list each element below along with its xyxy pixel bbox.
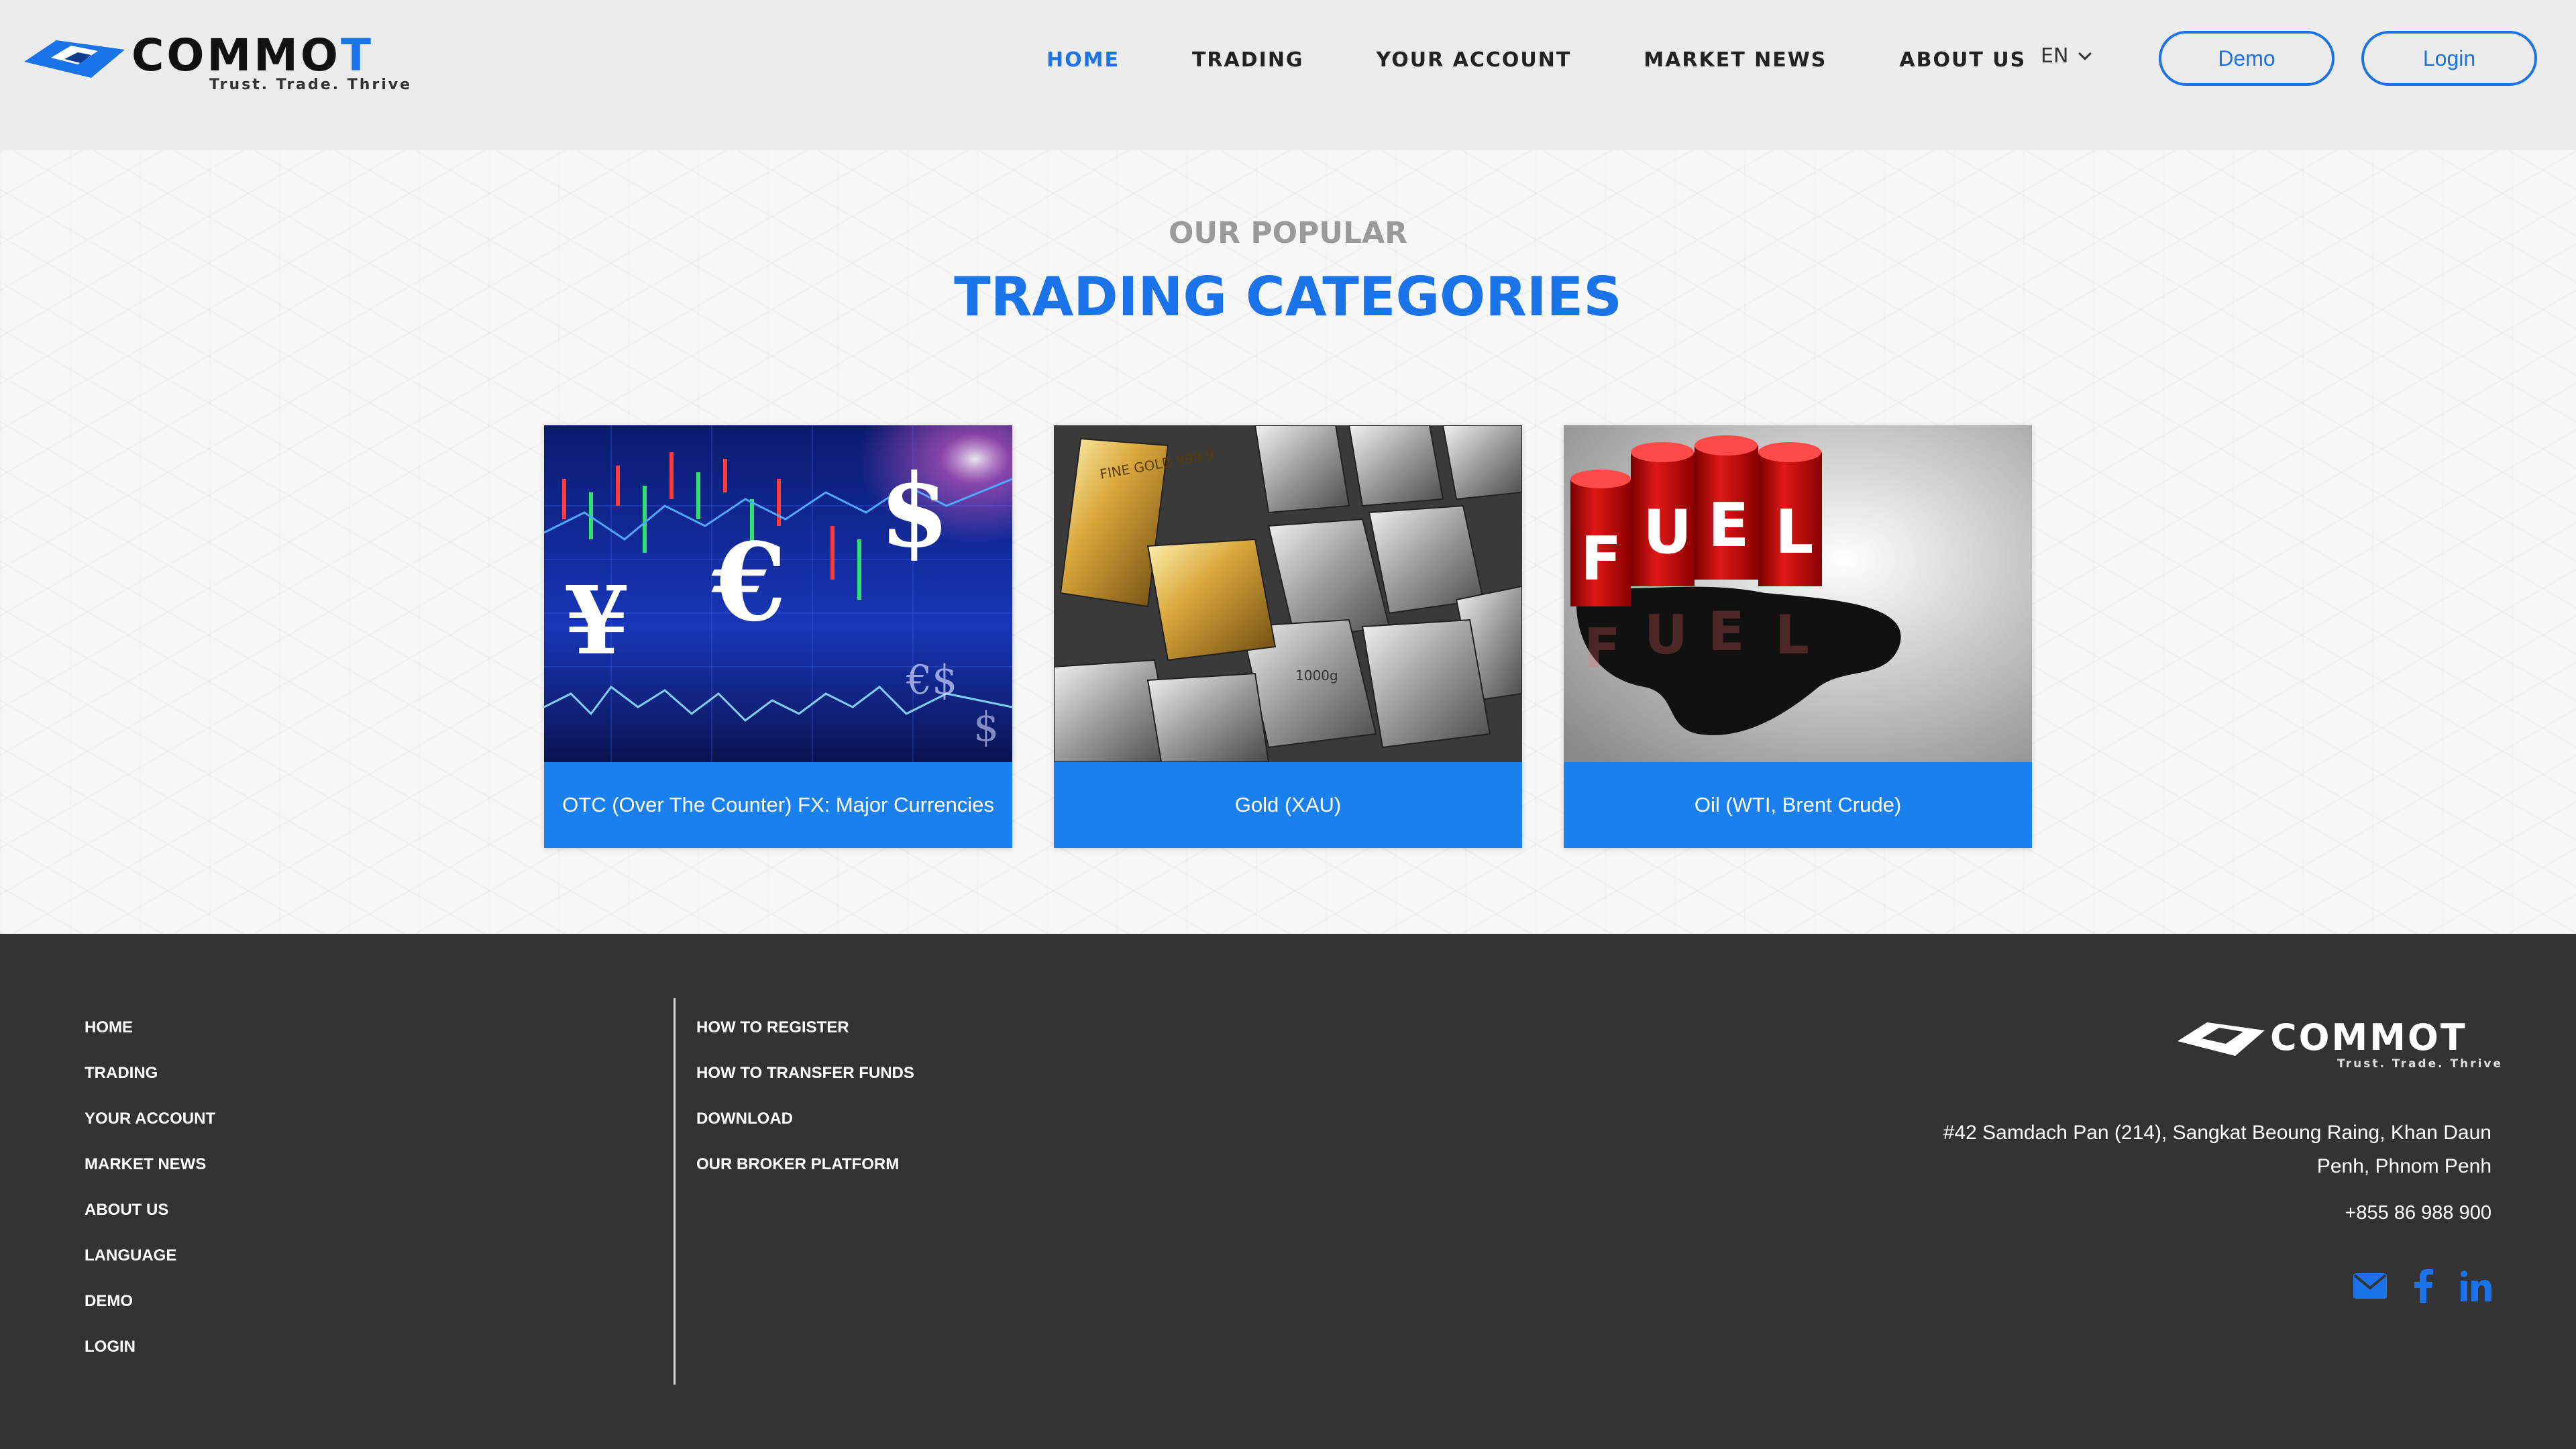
site-header: COMMOT Trust. Trade. Thrive HOME TRADING… bbox=[0, 0, 2576, 150]
footer-social-links bbox=[2353, 1269, 2491, 1306]
gold-silver-bars-image: FINE GOLD 999.9 1000g bbox=[1054, 425, 1522, 762]
nav-about-us[interactable]: ABOUT US bbox=[1899, 48, 2026, 72]
footer-link-trading[interactable]: TRADING bbox=[85, 1065, 215, 1111]
svg-text:1000g: 1000g bbox=[1295, 667, 1338, 684]
footer-link-how-to-register[interactable]: HOW TO REGISTER bbox=[696, 1020, 914, 1065]
language-label: EN bbox=[2041, 44, 2069, 68]
logo-mark-icon bbox=[24, 40, 125, 78]
footer-divider bbox=[674, 998, 676, 1385]
login-button[interactable]: Login bbox=[2361, 31, 2537, 86]
svg-text:$: $ bbox=[879, 452, 949, 570]
footer-link-about-us[interactable]: ABOUT US bbox=[85, 1202, 215, 1248]
category-card-fx[interactable]: ¥ € $ €$ $ OTC (Over The Counter) FX: Ma… bbox=[544, 425, 1012, 848]
site-logo[interactable]: COMMOT Trust. Trade. Thrive bbox=[24, 30, 410, 98]
chevron-down-icon bbox=[2078, 46, 2092, 60]
svg-text:F: F bbox=[1580, 524, 1621, 594]
category-card-label: Gold (XAU) bbox=[1054, 762, 1522, 848]
footer-link-download[interactable]: DOWNLOAD bbox=[696, 1111, 914, 1157]
footer-link-language[interactable]: LANGUAGE bbox=[85, 1248, 215, 1293]
main-nav: HOME TRADING YOUR ACCOUNT MARKET NEWS AB… bbox=[1046, 0, 2098, 119]
address-line: #42 Samdach Pan (214), Sangkat Beoung Ra… bbox=[1943, 1122, 2491, 1144]
section-title: TRADING CATEGORIES bbox=[954, 266, 1622, 328]
svg-text:U: U bbox=[1643, 497, 1692, 568]
nav-trading[interactable]: TRADING bbox=[1192, 48, 1304, 72]
category-card-oil[interactable]: FUEL FUEL Oil (WTI, Brent Crude) bbox=[1564, 425, 2032, 848]
footer-nav-help: HOW TO REGISTER HOW TO TRANSFER FUNDS DO… bbox=[696, 1020, 914, 1202]
language-selector[interactable]: EN bbox=[2041, 44, 2092, 68]
svg-text:L: L bbox=[1775, 604, 1809, 666]
svg-text:U: U bbox=[1644, 604, 1688, 666]
address-line: Penh, Phnom Penh bbox=[2316, 1155, 2491, 1177]
site-footer: HOME TRADING YOUR ACCOUNT MARKET NEWS AB… bbox=[0, 934, 2576, 1449]
svg-text:F: F bbox=[1584, 617, 1621, 680]
svg-text:¥: ¥ bbox=[564, 566, 629, 676]
footer-link-broker-platform[interactable]: OUR BROKER PLATFORM bbox=[696, 1157, 914, 1202]
fuel-barrels-image: FUEL FUEL bbox=[1564, 425, 2032, 762]
footer-nav-primary: HOME TRADING YOUR ACCOUNT MARKET NEWS AB… bbox=[85, 1020, 215, 1385]
footer-link-your-account[interactable]: YOUR ACCOUNT bbox=[85, 1111, 215, 1157]
footer-address: #42 Samdach Pan (214), Sangkat Beoung Ra… bbox=[1888, 1116, 2491, 1183]
logo-tagline: Trust. Trade. Thrive bbox=[209, 76, 413, 93]
footer-logo-wordmark: COMMOT bbox=[2270, 1016, 2467, 1059]
footer-link-demo[interactable]: DEMO bbox=[85, 1293, 215, 1339]
footer-link-login[interactable]: LOGIN bbox=[85, 1339, 215, 1385]
svg-text:$: $ bbox=[973, 704, 999, 751]
svg-text:L: L bbox=[1775, 497, 1813, 568]
svg-text:€: € bbox=[711, 519, 786, 645]
demo-button[interactable]: Demo bbox=[2159, 31, 2334, 86]
footer-logo[interactable]: COMMOT Trust. Trade. Thrive bbox=[2178, 1016, 2501, 1071]
nav-home[interactable]: HOME bbox=[1046, 48, 1120, 72]
footer-logo-tagline: Trust. Trade. Thrive bbox=[2337, 1057, 2504, 1071]
facebook-icon[interactable] bbox=[2414, 1269, 2434, 1306]
section-subtitle: OUR POPULAR bbox=[1169, 216, 1407, 250]
footer-link-how-to-transfer-funds[interactable]: HOW TO TRANSFER FUNDS bbox=[696, 1065, 914, 1111]
category-card-label: Oil (WTI, Brent Crude) bbox=[1564, 762, 2032, 848]
envelope-icon[interactable] bbox=[2353, 1273, 2387, 1302]
category-card-gold[interactable]: FINE GOLD 999.9 1000g Gold (XAU) bbox=[1054, 425, 1522, 848]
svg-text:E: E bbox=[1708, 490, 1749, 561]
nav-market-news[interactable]: MARKET NEWS bbox=[1644, 48, 1827, 72]
trading-categories-section: OUR POPULAR TRADING CATEGORIES ¥ € $ €$ … bbox=[0, 150, 2576, 934]
category-card-label: OTC (Over The Counter) FX: Major Currenc… bbox=[544, 762, 1012, 848]
nav-your-account[interactable]: YOUR ACCOUNT bbox=[1377, 48, 1572, 72]
logo-mark-icon bbox=[2178, 1022, 2265, 1056]
currency-chart-image: ¥ € $ €$ $ bbox=[544, 425, 1012, 762]
footer-phone: +855 86 988 900 bbox=[2345, 1202, 2491, 1224]
svg-text:E: E bbox=[1708, 600, 1745, 663]
linkedin-icon[interactable] bbox=[2461, 1271, 2491, 1305]
logo-wordmark: COMMOT bbox=[131, 30, 374, 81]
footer-link-home[interactable]: HOME bbox=[85, 1020, 215, 1065]
footer-link-market-news[interactable]: MARKET NEWS bbox=[85, 1157, 215, 1202]
svg-text:€$: €$ bbox=[906, 657, 957, 704]
